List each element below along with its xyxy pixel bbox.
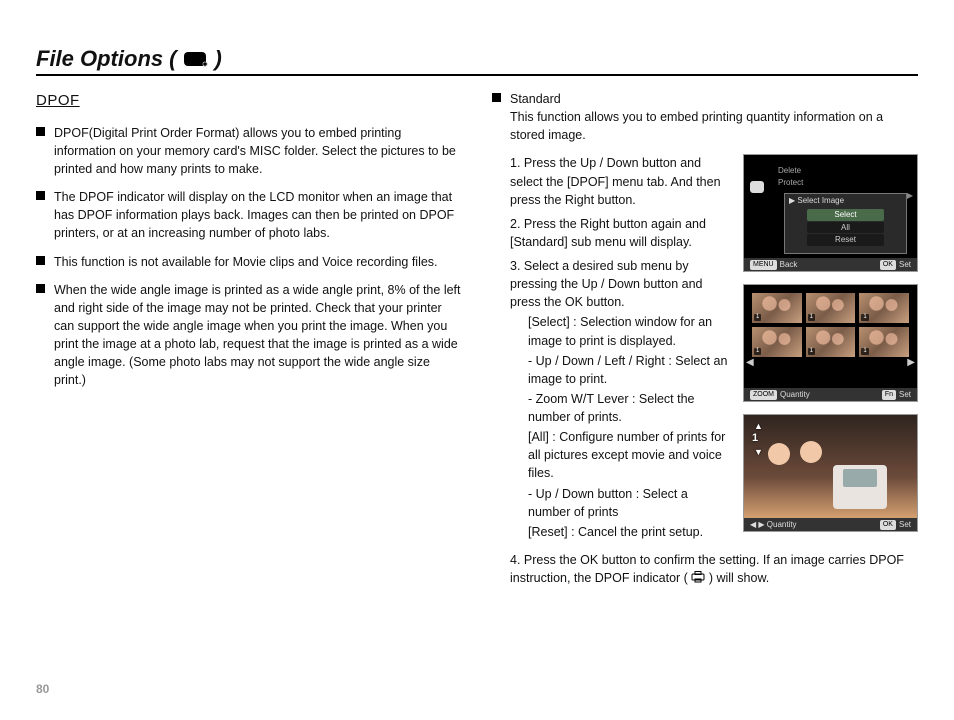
step-4-b: ) will show. xyxy=(709,571,769,585)
step-3-lead: 3. Select a desired sub menu by pressing… xyxy=(510,259,702,309)
bar-set: Set xyxy=(899,520,911,530)
step-2: 2. Press the Right button again and [Sta… xyxy=(506,215,731,251)
lcd-screenshot-single: ▲ 1 ▼ ◀ ▶ Quantity OK Set xyxy=(743,414,918,532)
arrow-left-icon: ◀ xyxy=(746,357,754,369)
lcd-screenshot-menu: Delete Protect ▶ ▶ Select Image Select A… xyxy=(743,154,918,272)
step-3-select: [Select] : Selection window for an image… xyxy=(528,313,731,349)
bar-lr-icon: ◀ ▶ xyxy=(750,520,765,530)
step-3-all-a: - Up / Down button : Select a number of … xyxy=(528,485,731,521)
thumb: 1 xyxy=(752,293,802,323)
step-3-select-a: - Up / Down / Left / Right : Select an i… xyxy=(528,352,731,388)
bar-back: Back xyxy=(780,260,798,270)
steps: 1. Press the Up / Down button and select… xyxy=(492,154,731,541)
step-3-select-b: - Zoom W/T Lever : Select the number of … xyxy=(528,390,731,426)
title-text: File Options xyxy=(36,46,163,72)
thumb-tag: 1 xyxy=(754,314,761,321)
popup-option-select: Select xyxy=(807,209,884,221)
popup-option-all: All xyxy=(807,222,884,234)
left-bullet-1: DPOF(Digital Print Order Format) allows … xyxy=(36,124,462,178)
thumb: 1 xyxy=(806,327,856,357)
bar-quantity: Quantity xyxy=(780,390,810,400)
right-intro-item: Standard This function allows you to emb… xyxy=(492,90,918,144)
section-heading: DPOF xyxy=(36,90,462,112)
dpof-indicator-icon xyxy=(691,570,705,588)
right-intro-text: This function allows you to embed printi… xyxy=(510,110,883,142)
menu-arrow-icon: ▶ xyxy=(907,191,913,201)
step-3-all: [All] : Configure number of prints for a… xyxy=(528,428,731,482)
thumb-tag: 1 xyxy=(808,348,815,355)
step-1: 1. Press the Up / Down button and select… xyxy=(506,154,731,208)
step-4: 4. Press the OK button to confirm the se… xyxy=(506,551,918,588)
bar-menu-key: MENU xyxy=(750,260,777,270)
right-intro-head: Standard xyxy=(510,90,918,108)
print-count: 1 xyxy=(752,432,763,445)
paren-open: ( xyxy=(169,46,176,72)
menu-protect: Protect xyxy=(778,177,803,189)
popup-title: Select Image xyxy=(797,196,844,205)
popup-option-reset: Reset xyxy=(807,234,884,246)
menu-delete: Delete xyxy=(778,165,803,177)
thumb-tag: 1 xyxy=(808,314,815,321)
arrow-right-icon: ▶ xyxy=(907,357,915,369)
right-intro: Standard This function allows you to emb… xyxy=(492,90,918,144)
select-image-popup: ▶ Select Image Select All Reset xyxy=(784,193,907,253)
bar-set: Set xyxy=(899,390,911,400)
thumb-tag: 1 xyxy=(754,348,761,355)
bar-zoom-key: ZOOM xyxy=(750,390,777,400)
left-bullet-3: This function is not available for Movie… xyxy=(36,253,462,271)
step-3-reset: [Reset] : Cancel the print setup. xyxy=(528,523,731,541)
tab-icon xyxy=(750,181,764,193)
thumb-tag: 1 xyxy=(861,314,868,321)
thumb: 1 xyxy=(859,327,909,357)
paren-close: ) xyxy=(214,46,221,72)
bar-ok-key: OK xyxy=(880,260,896,270)
thumb: 1 xyxy=(806,293,856,323)
page-number: 80 xyxy=(36,682,49,696)
step-4-a: 4. Press the OK button to confirm the se… xyxy=(510,553,904,585)
bar-ok-key: OK xyxy=(880,520,896,530)
arrow-up-icon: ▲ xyxy=(754,421,763,432)
arrow-down-icon: ▼ xyxy=(754,447,763,458)
page-title: File Options ( ) xyxy=(36,46,918,76)
left-bullet-4: When the wide angle image is printed as … xyxy=(36,281,462,390)
thumb: 1 xyxy=(859,293,909,323)
left-bullets: DPOF(Digital Print Order Format) allows … xyxy=(36,124,462,390)
screenshots: Delete Protect ▶ ▶ Select Image Select A… xyxy=(743,154,918,532)
bar-quantity: Quantity xyxy=(767,520,797,530)
photo-printer xyxy=(833,465,887,509)
step-3: 3. Select a desired sub menu by pressing… xyxy=(506,257,731,541)
file-options-icon xyxy=(184,52,206,66)
bar-set: Set xyxy=(899,260,911,270)
lcd-screenshot-grid: 1 1 1 1 1 1 ◀ ▶ ZOOM Quantity xyxy=(743,284,918,402)
thumb: 1 xyxy=(752,327,802,357)
left-bullet-2: The DPOF indicator will display on the L… xyxy=(36,188,462,242)
thumb-tag: 1 xyxy=(861,348,868,355)
bar-fn-key: Fn xyxy=(882,390,896,400)
steps-cont: 4. Press the OK button to confirm the se… xyxy=(492,551,918,588)
photo-preview xyxy=(744,415,917,518)
